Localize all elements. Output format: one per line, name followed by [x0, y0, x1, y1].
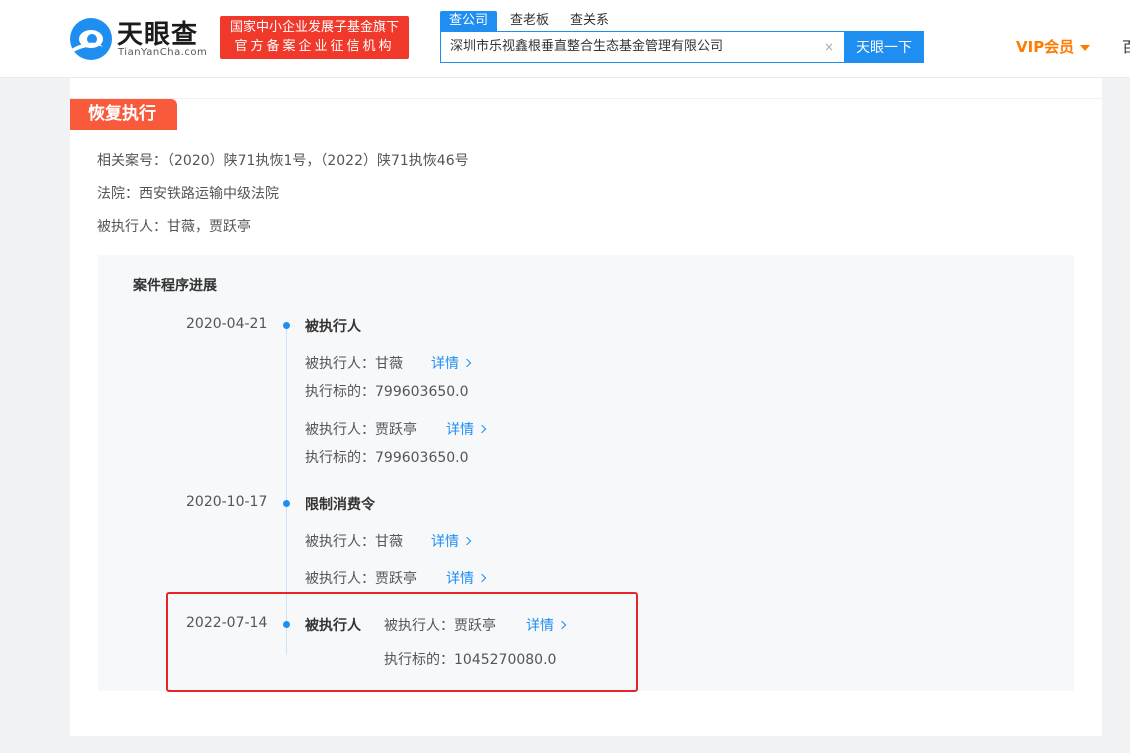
top-header: 天眼查 TianYanCha.com 国家中小企业发展子基金旗下 官方备案企业征… [0, 0, 1130, 78]
event-line: 执行标的：799603650.0 [305, 384, 469, 400]
detail-link[interactable]: 详情 [431, 531, 472, 551]
logo-text: 天眼查 [117, 20, 199, 50]
search-input[interactable]: 深圳市乐视鑫根垂直整合生态基金管理有限公司 × [440, 31, 845, 63]
tianyancha-logo[interactable]: 天眼查 TianYanCha.com [70, 14, 210, 62]
detail-link[interactable]: 详情 [446, 568, 487, 588]
tab-company[interactable]: 查公司 [440, 11, 498, 31]
clear-icon[interactable]: × [823, 41, 835, 53]
timeline-dot-icon [283, 322, 290, 329]
chevron-right-icon [462, 358, 472, 368]
caret-down-icon [1080, 44, 1091, 51]
event-date: 2020-10-17 [186, 494, 268, 510]
detail-link[interactable]: 详情 [431, 353, 472, 373]
truncated-nav-text[interactable]: 百 [1122, 36, 1130, 57]
event-date: 2020-04-21 [186, 316, 268, 332]
detail-label: 详情 [446, 571, 474, 587]
highlight-box [166, 592, 638, 692]
section-tag: 恢复执行 [70, 99, 177, 130]
event-title: 限制消费令 [305, 497, 375, 513]
detail-label: 详情 [431, 534, 459, 550]
chevron-right-icon [477, 424, 487, 434]
slogan-line-1: 国家中小企业发展子基金旗下 [229, 20, 399, 35]
timeline-dot-icon [283, 500, 290, 507]
detail-label: 详情 [431, 356, 459, 372]
event-title: 被执行人 [305, 319, 361, 335]
case-numbers: 相关案号：（2020）陕71执恢1号，（2022）陕71执恢46号 [97, 153, 469, 169]
tab-relation[interactable]: 查关系 [570, 11, 609, 31]
vip-label: VIP会员 [1016, 38, 1075, 56]
tab-boss[interactable]: 查老板 [510, 11, 549, 31]
detail-link[interactable]: 详情 [446, 419, 487, 439]
chevron-right-icon [462, 536, 472, 546]
chevron-right-icon [477, 573, 487, 583]
vip-menu[interactable]: VIP会员 [1016, 36, 1091, 57]
event-line: 执行标的：799603650.0 [305, 450, 469, 466]
detail-label: 详情 [446, 422, 474, 438]
divider [70, 98, 1102, 99]
logo-subtext: TianYanCha.com [118, 47, 208, 58]
slogan-line-2: 官方备案企业征信机构 [234, 39, 395, 54]
executed-persons: 被执行人：甘薇，贾跃亭 [97, 219, 251, 235]
event-line: 被执行人：甘薇 [305, 534, 403, 550]
slogan-banner: 国家中小企业发展子基金旗下 官方备案企业征信机构 [220, 16, 409, 59]
progress-title: 案件程序进展 [133, 278, 217, 294]
court-name: 法院：西安铁路运输中级法院 [97, 186, 279, 202]
event-line: 被执行人：贾跃亭 [305, 571, 417, 587]
event-line: 被执行人：贾跃亭 [305, 422, 417, 438]
eye-logo-icon [70, 18, 112, 60]
search-button[interactable]: 天眼一下 [844, 31, 924, 63]
event-line: 被执行人：甘薇 [305, 356, 403, 372]
search-input-value: 深圳市乐视鑫根垂直整合生态基金管理有限公司 [450, 39, 724, 54]
